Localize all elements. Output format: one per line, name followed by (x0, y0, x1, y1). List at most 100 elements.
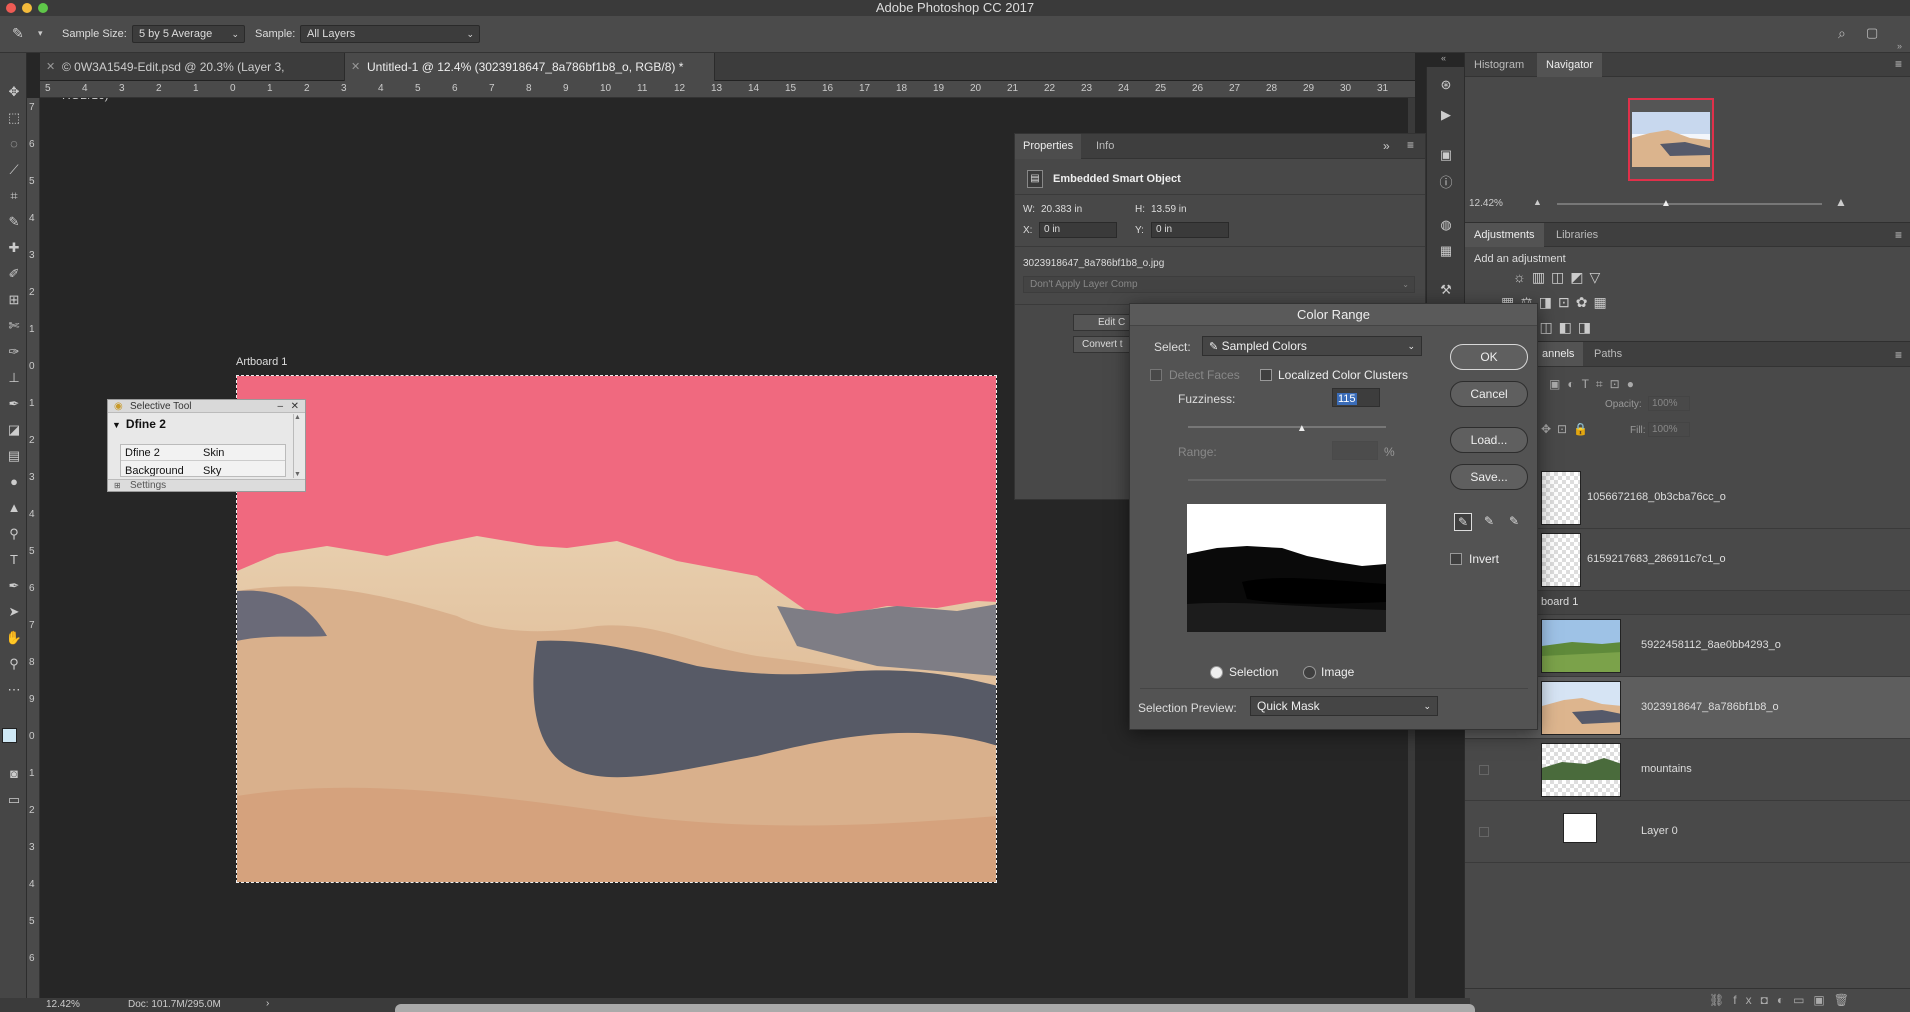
quick-mask-icon[interactable]: ◙ (4, 765, 24, 783)
load-button[interactable]: Load... (1450, 427, 1528, 453)
zoom-tool-icon[interactable]: ⚲ (4, 655, 24, 673)
image-radio[interactable] (1303, 666, 1316, 679)
quick-selection-tool-icon[interactable]: ⟋ (4, 161, 24, 179)
minimize-window-button[interactable] (22, 3, 32, 13)
adjustment-icons-row-1[interactable]: ☼▥◫◩▽ (1513, 269, 1606, 286)
convert-button[interactable]: Convert t (1073, 336, 1133, 353)
navigator-zoom-value[interactable]: 12.42% (1469, 198, 1503, 209)
y-position-field[interactable]: 0 in (1151, 222, 1229, 238)
fuzziness-slider-thumb[interactable]: ▲ (1297, 423, 1307, 434)
collapse-panel-icon[interactable]: » (1383, 139, 1390, 153)
selective-tool-settings[interactable]: ⊞ Settings (108, 479, 305, 491)
brush-panel-icon[interactable]: ⚒ (1438, 282, 1454, 298)
doc-tab-2[interactable]: ✕ Untitled-1 @ 12.4% (3023918647_8a786bf1… (345, 53, 715, 81)
navigator-zoom-slider[interactable] (1557, 203, 1822, 205)
actions-panel-icon[interactable]: ▶ (1438, 107, 1454, 123)
status-menu-chevron-icon[interactable]: › (266, 998, 269, 1009)
panel-menu-icon[interactable]: ≡ (1895, 57, 1902, 71)
selection-preview-dropdown[interactable]: Quick Mask ⌄ (1250, 696, 1438, 716)
fill-field[interactable]: 100% (1648, 422, 1690, 437)
blur-tool-icon[interactable]: ● (4, 473, 24, 491)
tab-info[interactable]: Info (1088, 134, 1122, 159)
list-item[interactable]: Dfine 2 Skin (121, 445, 285, 461)
type-tool-icon[interactable]: T (4, 551, 24, 569)
close-tab-icon[interactable]: ✕ (46, 53, 55, 81)
marquee-tool-icon[interactable]: ⬚ (4, 109, 24, 127)
range-field[interactable] (1332, 441, 1378, 460)
hand-tool-icon[interactable]: ✋ (4, 629, 24, 647)
move-tool-icon[interactable]: ✥ (4, 83, 24, 101)
panel-menu-icon[interactable]: ≡ (1407, 138, 1414, 152)
screen-mode-icon[interactable]: ▭ (4, 791, 24, 809)
status-zoom[interactable]: 12.42% (46, 999, 80, 1010)
collapse-dock-icon[interactable]: « (1441, 53, 1446, 63)
layer-comp-dropdown[interactable]: Don't Apply Layer Comp ⌄ (1023, 276, 1415, 293)
eraser-tool-icon[interactable]: ◪ (4, 421, 24, 439)
layer-row[interactable]: Layer 0 (1465, 801, 1910, 863)
fuzziness-slider[interactable] (1188, 426, 1386, 428)
layer-row[interactable]: mountains (1465, 739, 1910, 801)
selective-tool-titlebar[interactable]: ◉ Selective Tool – ✕ (108, 400, 305, 413)
visibility-toggle[interactable] (1479, 765, 1489, 775)
range-slider[interactable] (1188, 479, 1386, 481)
add-to-sample-icon[interactable]: ✎ (1480, 513, 1498, 531)
sample-dropdown[interactable]: All Layers ⌄ (300, 25, 480, 43)
history-panel-icon[interactable]: ⊛ (1438, 77, 1454, 93)
path-selection-tool-icon[interactable]: ➤ (4, 603, 24, 621)
swatches-panel-icon[interactable]: ◍ (1438, 217, 1454, 233)
tab-properties[interactable]: Properties (1015, 134, 1082, 159)
navigator-slider-thumb[interactable]: ▲ (1661, 198, 1671, 209)
brush-tool-icon[interactable]: ✐ (4, 265, 24, 283)
sample-size-dropdown[interactable]: 5 by 5 Average ⌄ (132, 25, 245, 43)
selection-radio[interactable] (1210, 666, 1223, 679)
info-panel-icon[interactable]: ⓘ (1438, 175, 1454, 191)
save-button[interactable]: Save... (1450, 464, 1528, 490)
crop-tool-icon[interactable]: ⌗ (4, 187, 24, 205)
eyedropper-tool-icon[interactable]: ✎ (4, 213, 24, 231)
search-icon[interactable]: ⌕ (1838, 25, 1846, 42)
selective-tool-scrollbar[interactable]: ▲ ▼ (293, 414, 302, 478)
foreground-color-swatch[interactable] (2, 728, 17, 743)
tab-navigator[interactable]: Navigator (1537, 53, 1603, 77)
artboard-canvas[interactable] (236, 375, 997, 883)
sharpen-tool-icon[interactable]: ▲ (4, 499, 24, 517)
properties-panel-icon[interactable]: ▣ (1438, 147, 1454, 163)
collapse-right-dock-icon[interactable]: » (1897, 41, 1902, 51)
fuzziness-field[interactable]: 115 (1332, 388, 1380, 407)
navigator-preview[interactable] (1628, 98, 1714, 181)
history-brush-tool-icon[interactable]: ✄ (4, 317, 24, 335)
dodge-tool-icon[interactable]: ⚲ (4, 525, 24, 543)
tab-channels[interactable]: annels (1533, 342, 1584, 366)
zoom-in-icon[interactable]: ▲ (1835, 195, 1847, 209)
close-tab-icon[interactable]: ✕ (351, 53, 360, 81)
select-dropdown[interactable]: ✎ Sampled Colors ⌄ (1202, 336, 1422, 356)
clone-stamp-tool-icon[interactable]: ⊞ (4, 291, 24, 309)
grid-panel-icon[interactable]: ▦ (1438, 243, 1454, 259)
opacity-field[interactable]: 100% (1648, 396, 1690, 411)
detect-faces-checkbox[interactable] (1150, 369, 1162, 381)
tab-paths[interactable]: Paths (1585, 342, 1631, 366)
ok-button[interactable]: OK (1450, 344, 1528, 370)
lock-icons[interactable]: ✥⊡🔒 (1541, 422, 1594, 436)
tab-libraries[interactable]: Libraries (1547, 223, 1607, 247)
minimize-icon[interactable]: – (277, 400, 283, 413)
more-tools-icon[interactable]: ⋯ (4, 681, 24, 699)
localized-clusters-checkbox[interactable] (1260, 369, 1272, 381)
workspace-icon[interactable]: ▢ (1866, 25, 1878, 41)
stamp-tool-icon[interactable]: ⊥ (4, 369, 24, 387)
gradient-tool-icon[interactable]: ▤ (4, 447, 24, 465)
x-position-field[interactable]: 0 in (1039, 222, 1117, 238)
panel-menu-icon[interactable]: ≡ (1895, 228, 1902, 242)
subtract-from-sample-icon[interactable]: ✎ (1505, 513, 1523, 531)
close-window-button[interactable] (6, 3, 16, 13)
cancel-button[interactable]: Cancel (1450, 381, 1528, 407)
pen-tool-icon[interactable]: ✒ (4, 577, 24, 595)
close-icon[interactable]: ✕ (291, 400, 299, 413)
layer-filter-icons[interactable]: ▣◐T⌗⊡● (1549, 377, 1641, 392)
tool-preset-chevron-icon[interactable]: ▾ (38, 28, 43, 39)
list-item[interactable]: Background Sky (121, 462, 285, 476)
eyedropper-icon[interactable]: ✎ (1454, 513, 1472, 531)
invert-checkbox[interactable] (1450, 553, 1462, 565)
eyedropper-tool-icon[interactable]: ✎ (12, 25, 24, 42)
zoom-window-button[interactable] (38, 3, 48, 13)
